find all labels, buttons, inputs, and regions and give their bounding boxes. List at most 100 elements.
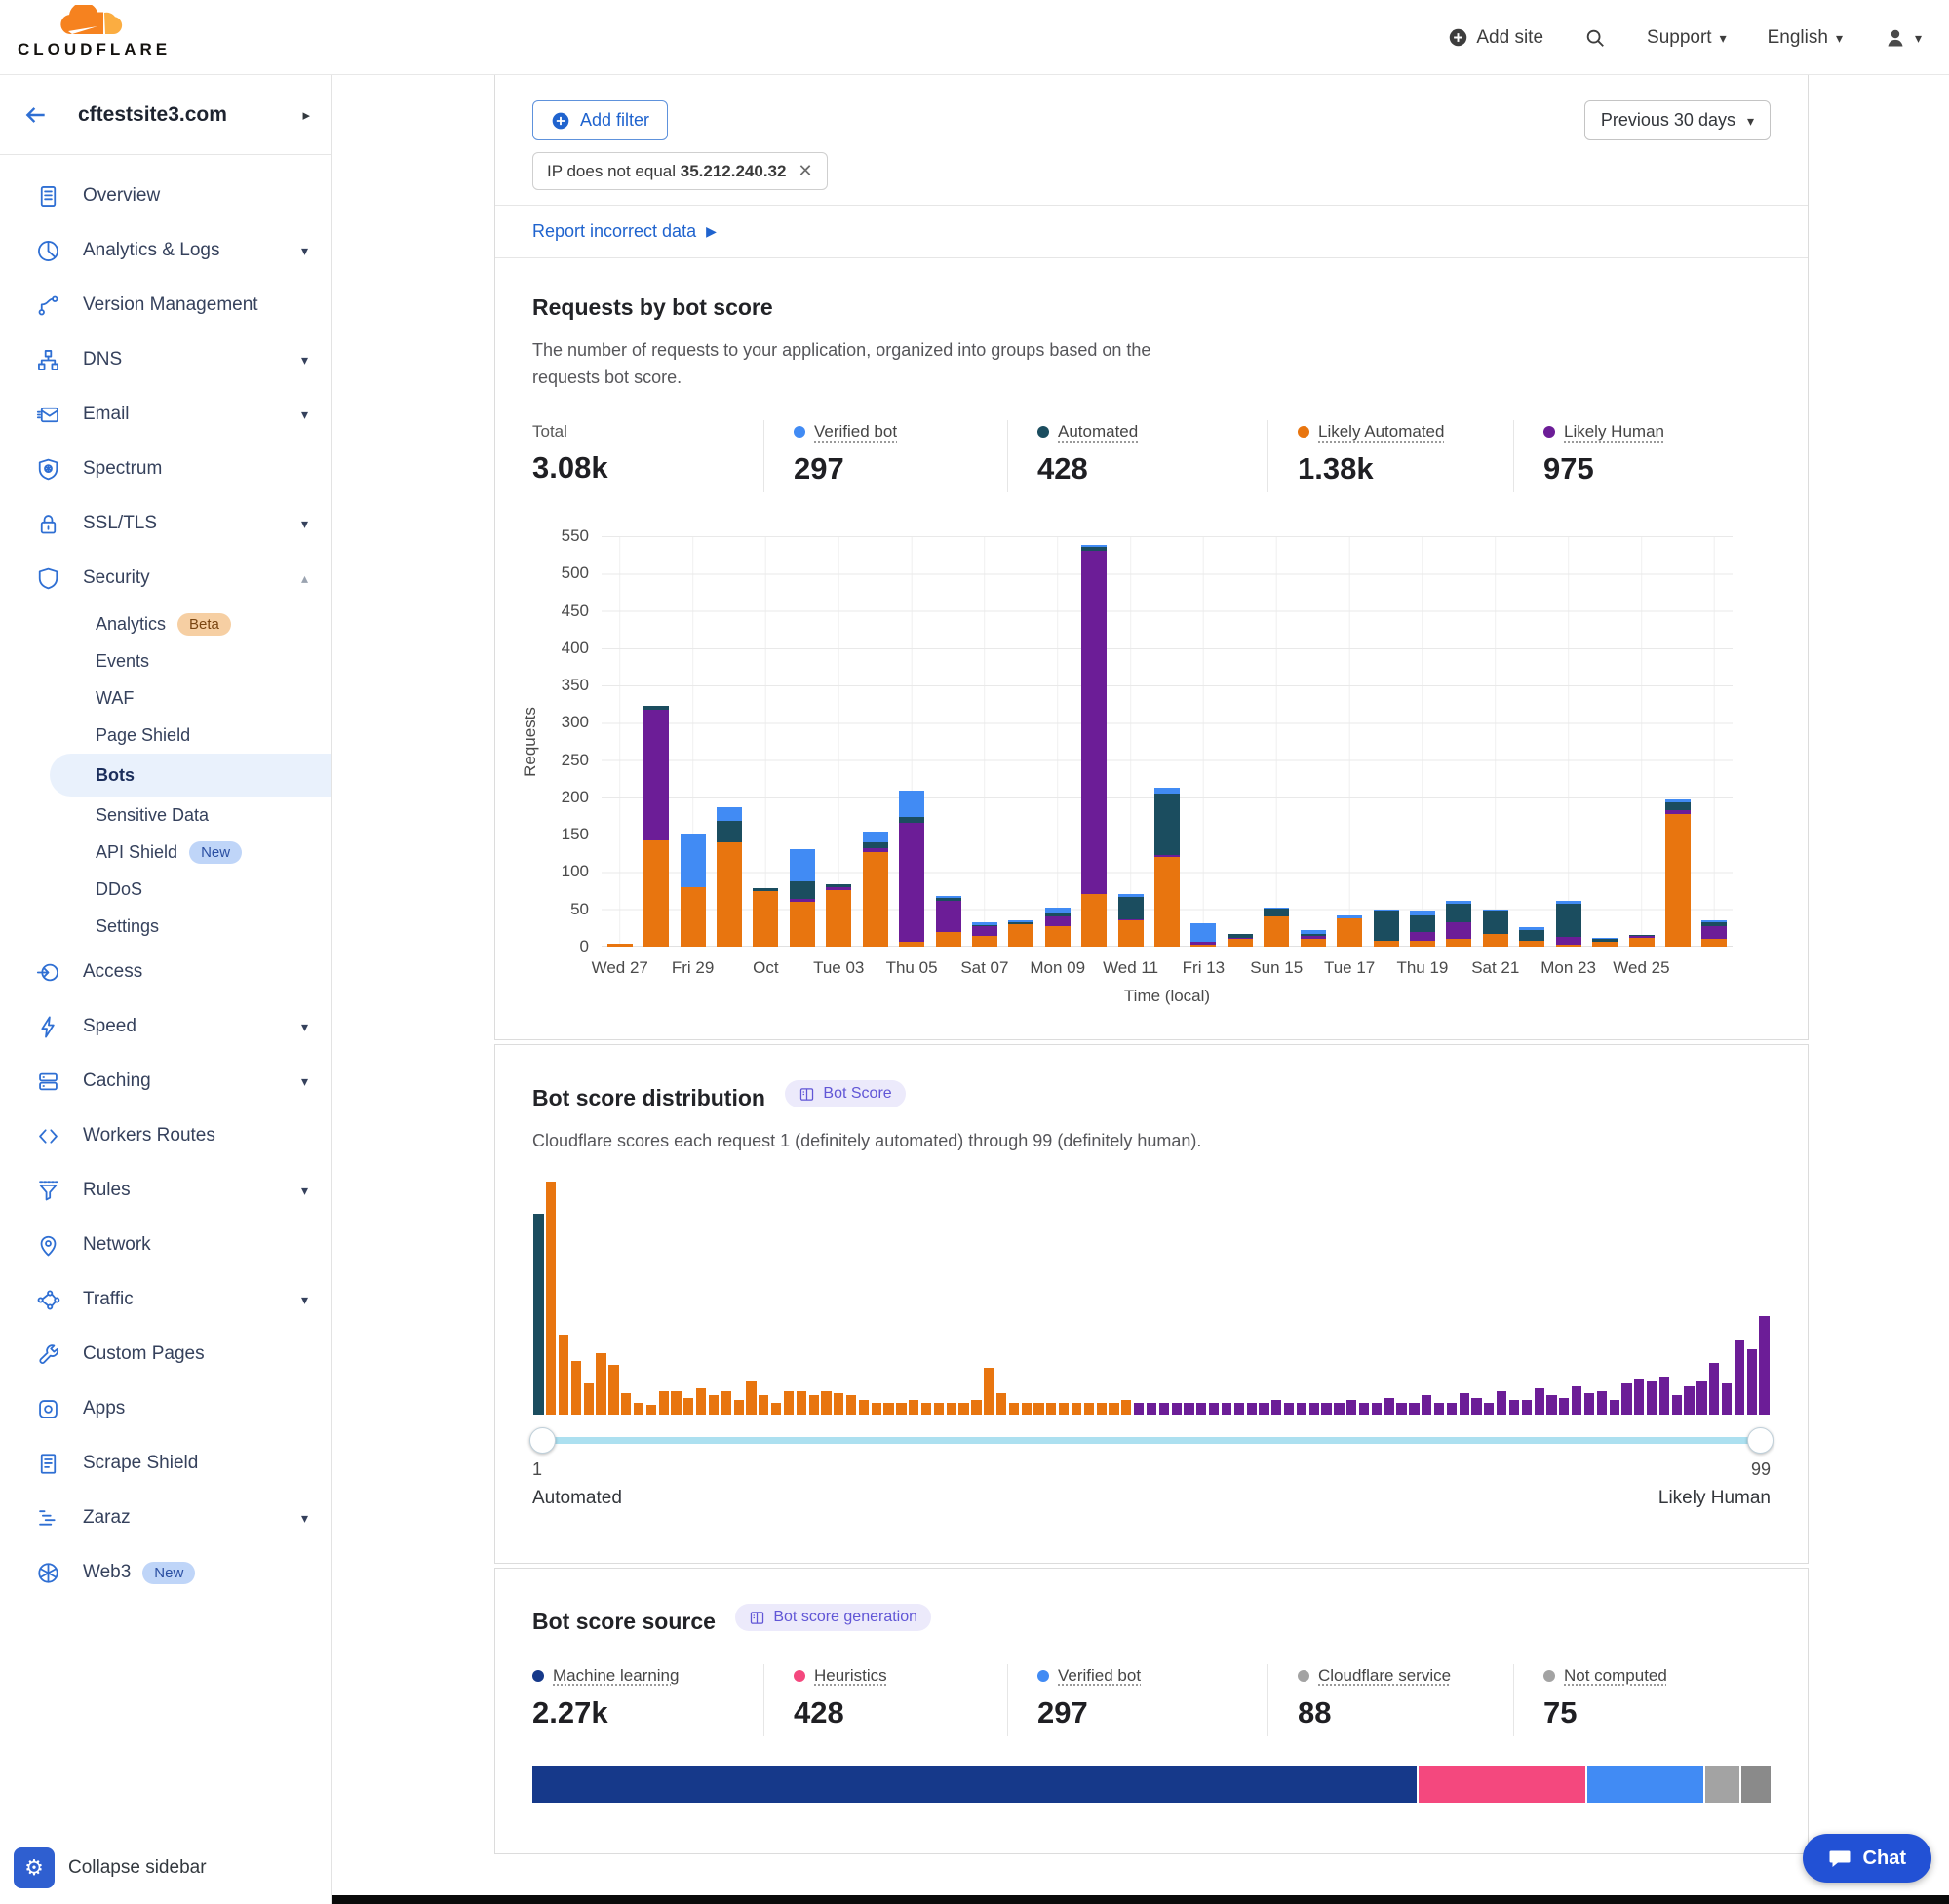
- funnel-icon: [35, 1178, 61, 1204]
- bar-segment-likely-automated: [899, 942, 924, 947]
- stat-value: 975: [1543, 451, 1771, 486]
- sidebar-item-ssl-tls[interactable]: SSL/TLS▾: [0, 496, 331, 551]
- sidebar-item-custom-pages[interactable]: Custom Pages: [0, 1327, 331, 1381]
- date-range-select[interactable]: Previous 30 days ▾: [1584, 100, 1771, 140]
- bot-score-generation-badge[interactable]: Bot score generation: [735, 1604, 931, 1631]
- sidebar-item-scrape-shield[interactable]: Scrape Shield: [0, 1436, 331, 1491]
- stacked-bar: [1514, 536, 1550, 947]
- account-menu[interactable]: ▾: [1884, 26, 1922, 50]
- stat-total: Total3.08k: [532, 420, 763, 492]
- sidebar-item-access[interactable]: Access: [0, 945, 331, 999]
- collapse-sidebar-button[interactable]: ⚙ Collapse sidebar: [14, 1847, 207, 1888]
- source-segment-machine-learning: [532, 1766, 1417, 1803]
- add-site-button[interactable]: Add site: [1448, 27, 1543, 49]
- app-square-icon: [35, 1396, 61, 1422]
- histogram-bar: [1084, 1403, 1094, 1415]
- add-filter-button[interactable]: Add filter: [532, 100, 668, 140]
- slider-handle-min[interactable]: [529, 1427, 556, 1454]
- x-tick-label: Wed 25: [1597, 958, 1685, 978]
- filter-chip[interactable]: IP does not equal 35.212.240.32 ✕: [532, 152, 828, 190]
- histogram-bar: [659, 1391, 669, 1415]
- support-menu[interactable]: Support ▾: [1647, 27, 1727, 49]
- slider-handle-max[interactable]: [1747, 1427, 1774, 1454]
- sidebar-item-network[interactable]: Network: [0, 1218, 331, 1272]
- histogram-bar: [634, 1403, 643, 1415]
- bar-segment-verified-bot: [1190, 923, 1216, 942]
- sidebar-item-web3[interactable]: Web3New: [0, 1545, 331, 1600]
- gear-icon[interactable]: ⚙: [14, 1847, 55, 1888]
- sidebar-item-rules[interactable]: Rules▾: [0, 1163, 331, 1218]
- clipboard-icon: [35, 183, 61, 210]
- bot-score-badge[interactable]: Bot Score: [785, 1080, 905, 1107]
- sidebar-item-label: Sensitive Data: [96, 805, 209, 826]
- sidebar-item-label: Workers Routes: [83, 1125, 215, 1146]
- back-arrow-icon[interactable]: [21, 102, 51, 128]
- distribution-card-title: Bot score distribution: [532, 1084, 765, 1111]
- stat-cloudflare-service: Cloudflare service88: [1267, 1664, 1513, 1736]
- histogram-bar: [1759, 1316, 1769, 1414]
- bar-segment-likely-automated: [681, 887, 706, 947]
- source-card-title: Bot score source: [532, 1608, 716, 1635]
- sidebar-item-caching[interactable]: Caching▾: [0, 1054, 331, 1108]
- sidebar-subitem-analytics[interactable]: AnalyticsBeta: [0, 605, 331, 642]
- sidebar-subitem-bots[interactable]: Bots: [50, 754, 331, 797]
- sidebar-item-label: Spectrum: [83, 458, 162, 480]
- sidebar-subitem-events[interactable]: Events: [0, 642, 331, 680]
- sidebar-subitem-api-shield[interactable]: API ShieldNew: [0, 834, 331, 871]
- sidebar-subitem-settings[interactable]: Settings: [0, 908, 331, 945]
- sidebar-subitem-waf[interactable]: WAF: [0, 680, 331, 717]
- sidebar-item-analytics-logs[interactable]: Analytics & Logs▾: [0, 223, 331, 278]
- stat-value: 88: [1298, 1695, 1513, 1730]
- likely-human-label: Likely Human: [1658, 1488, 1771, 1509]
- histogram-bar: [1247, 1403, 1257, 1415]
- histogram-bar: [1097, 1403, 1107, 1415]
- document-icon: [35, 1451, 61, 1477]
- site-selector-row[interactable]: cftestsite3.com ▸: [0, 75, 331, 155]
- source-panel: Bot score source Bot score generation Ma…: [494, 1568, 1809, 1854]
- slider-track[interactable]: [532, 1437, 1771, 1444]
- bar-segment-automated: [1410, 915, 1435, 932]
- sidebar-item-dns[interactable]: DNS▾: [0, 332, 331, 387]
- search-icon: [1584, 27, 1606, 49]
- share-nodes-icon: [35, 1287, 61, 1313]
- sidebar-item-zaraz[interactable]: Zaraz▾: [0, 1491, 331, 1545]
- automated-label: Automated: [532, 1488, 622, 1509]
- cloudflare-logo[interactable]: CLOUDFLARE: [18, 5, 164, 59]
- histogram-bar: [1659, 1377, 1669, 1414]
- sidebar-item-workers-routes[interactable]: Workers Routes: [0, 1108, 331, 1163]
- stacked-bar: [821, 536, 857, 947]
- sidebar-item-email[interactable]: Email▾: [0, 387, 331, 442]
- sidebar-subitem-sensitive-data[interactable]: Sensitive Data: [0, 797, 331, 834]
- histogram-bar: [1284, 1403, 1294, 1415]
- histogram-bar: [1172, 1403, 1182, 1415]
- sidebar-item-label: Bots: [96, 765, 135, 786]
- histogram-bar: [1147, 1403, 1156, 1415]
- chat-button[interactable]: Chat: [1803, 1834, 1931, 1883]
- sidebar-item-traffic[interactable]: Traffic▾: [0, 1272, 331, 1327]
- language-menu[interactable]: English ▾: [1768, 27, 1843, 49]
- sidebar-item-speed[interactable]: Speed▾: [0, 999, 331, 1054]
- distribution-panel: Bot score distribution Bot Score Cloudfl…: [494, 1044, 1809, 1564]
- sidebar-nav: OverviewAnalytics & Logs▾Version Managem…: [0, 155, 331, 1600]
- branch-icon: [35, 292, 61, 319]
- close-icon[interactable]: ✕: [798, 161, 812, 181]
- histogram-bar: [909, 1400, 918, 1414]
- chevron-right-icon[interactable]: ▸: [302, 106, 310, 124]
- sidebar-item-overview[interactable]: Overview: [0, 169, 331, 223]
- hierarchy-icon: [35, 347, 61, 373]
- sidebar-item-version-management[interactable]: Version Management: [0, 278, 331, 332]
- bar-segment-likely-automated: [1118, 920, 1144, 947]
- chevron-down-icon: ▾: [301, 407, 308, 423]
- histogram-bar: [1572, 1386, 1581, 1415]
- search-button[interactable]: [1584, 27, 1606, 49]
- sidebar-item-apps[interactable]: Apps: [0, 1381, 331, 1436]
- sidebar-item-spectrum[interactable]: Spectrum: [0, 442, 331, 496]
- sidebar-item-security[interactable]: Security▴: [0, 551, 331, 605]
- chevron-right-icon: ▶: [706, 223, 717, 240]
- bar-segment-likely-human: [936, 901, 961, 932]
- sidebar-subitem-ddos[interactable]: DDoS: [0, 871, 331, 908]
- sidebar-subitem-page-shield[interactable]: Page Shield: [0, 717, 331, 754]
- histogram-bar: [1022, 1403, 1032, 1415]
- stat-value: 297: [794, 451, 1007, 486]
- report-incorrect-data-link[interactable]: Report incorrect data ▶: [532, 221, 717, 242]
